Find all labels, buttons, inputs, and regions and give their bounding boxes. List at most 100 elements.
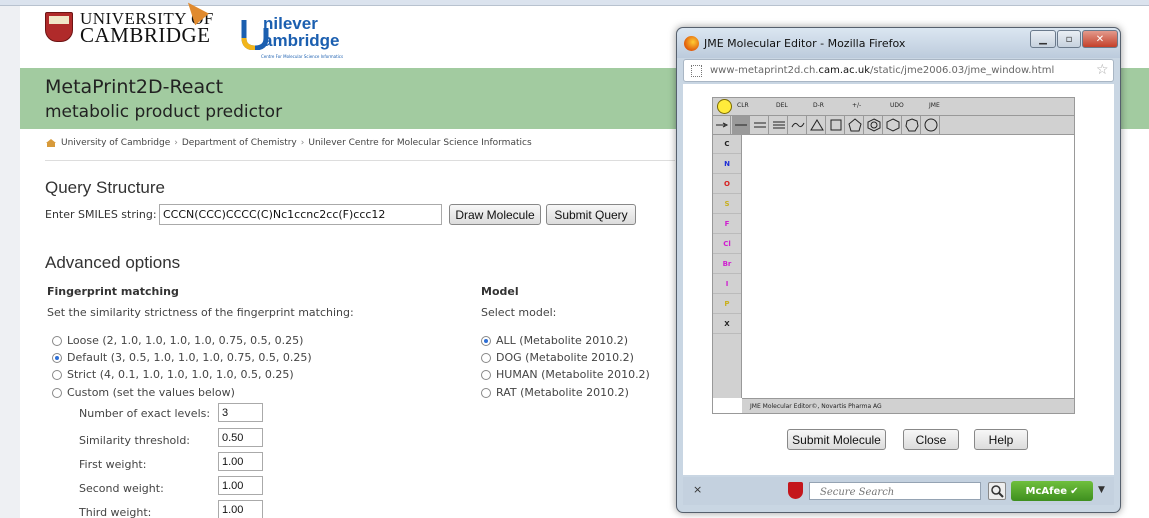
- search-icon: [991, 485, 1004, 498]
- radio-button[interactable]: [481, 335, 491, 346]
- element-s-button[interactable]: S: [713, 195, 741, 214]
- cambridge-logo-line2: CAMBRIDGE: [80, 23, 211, 47]
- benzene-button[interactable]: [865, 116, 883, 134]
- zigzag-icon: [791, 122, 805, 128]
- exact-levels-input[interactable]: [218, 403, 263, 422]
- search-button[interactable]: [988, 482, 1006, 500]
- unilever-logo-line2: ambridge: [263, 31, 340, 50]
- element-br-button[interactable]: Br: [713, 255, 741, 274]
- double-bond-button[interactable]: [751, 116, 769, 134]
- second-weight-input[interactable]: [218, 476, 263, 495]
- model-heading: Model: [481, 285, 519, 298]
- submit-query-button[interactable]: Submit Query: [546, 204, 636, 225]
- ring5-button[interactable]: [846, 116, 864, 134]
- close-icon: ✕: [1095, 33, 1105, 45]
- element-c-button[interactable]: C: [713, 135, 741, 154]
- radio-button[interactable]: [52, 369, 62, 380]
- pentagon-icon: [848, 118, 862, 132]
- exact-levels-label: Number of exact levels:: [79, 407, 211, 420]
- fingerprint-option-custom[interactable]: Custom (set the values below): [52, 386, 235, 399]
- del-button[interactable]: DEL: [776, 102, 788, 109]
- model-option-dog[interactable]: DOG (Metabolite 2010.2): [481, 351, 634, 364]
- radio-button[interactable]: [52, 352, 62, 363]
- clr-button[interactable]: CLR: [737, 102, 749, 109]
- ring4-button[interactable]: [827, 116, 845, 134]
- model-option-rat[interactable]: RAT (Metabolite 2010.2): [481, 386, 629, 399]
- dropdown-arrow-icon[interactable]: ▼: [1098, 485, 1105, 495]
- submit-molecule-button[interactable]: Submit Molecule: [787, 429, 886, 450]
- draw-molecule-button[interactable]: Draw Molecule: [449, 204, 541, 225]
- ring8-button[interactable]: [922, 116, 940, 134]
- ring6-button[interactable]: [884, 116, 902, 134]
- url-prefix: www-metaprint2d.ch.: [710, 65, 819, 76]
- smiles-label: Enter SMILES string:: [45, 208, 157, 221]
- element-i-button[interactable]: I: [713, 275, 741, 294]
- breadcrumb-link-university[interactable]: University of Cambridge: [61, 138, 170, 148]
- secure-search-input[interactable]: [809, 482, 981, 500]
- first-weight-input[interactable]: [218, 452, 263, 471]
- similarity-threshold-input[interactable]: [218, 428, 263, 447]
- model-option-human[interactable]: HUMAN (Metabolite 2010.2): [481, 368, 650, 381]
- radio-label: RAT (Metabolite 2010.2): [496, 386, 629, 399]
- radio-button[interactable]: [481, 352, 491, 363]
- ring3-button[interactable]: [808, 116, 826, 134]
- fingerprint-option-loose[interactable]: Loose (2, 1.0, 1.0, 1.0, 1.0, 0.75, 0.5,…: [52, 334, 303, 347]
- element-x-button[interactable]: X: [713, 315, 741, 334]
- radio-label: Custom (set the values below): [67, 386, 235, 399]
- help-button[interactable]: Help: [974, 429, 1028, 450]
- chain-bond-button[interactable]: [789, 116, 807, 134]
- radio-button[interactable]: [52, 387, 62, 398]
- element-f-button[interactable]: F: [713, 215, 741, 234]
- chain-icon: [716, 122, 729, 128]
- fingerprint-option-default[interactable]: Default (3, 0.5, 1.0, 1.0, 1.0, 0.75, 0.…: [52, 351, 312, 364]
- maximize-button[interactable]: ▫: [1057, 30, 1081, 48]
- triple-bond-button[interactable]: [770, 116, 788, 134]
- home-icon[interactable]: [45, 138, 57, 148]
- url-domain: cam.ac.uk: [818, 65, 870, 76]
- octagon-icon: [924, 118, 938, 132]
- popup-titlebar[interactable]: JME Molecular Editor - Mozilla Firefox ▁…: [677, 28, 1120, 58]
- undo-button[interactable]: UDO: [890, 102, 904, 109]
- jme-popup-window: JME Molecular Editor - Mozilla Firefox ▁…: [676, 27, 1121, 513]
- first-weight-label: First weight:: [79, 458, 147, 471]
- close-toolbar-icon[interactable]: ×: [693, 483, 702, 496]
- jme-info-button[interactable]: JME: [929, 102, 940, 109]
- chain-tool-button[interactable]: [713, 116, 731, 134]
- url-text[interactable]: www-metaprint2d.ch.cam.ac.uk/static/jme2…: [710, 65, 1054, 76]
- triangle-icon: [810, 119, 824, 131]
- close-button[interactable]: Close: [903, 429, 959, 450]
- element-n-button[interactable]: N: [713, 155, 741, 174]
- charge-button[interactable]: +/-: [852, 102, 861, 109]
- divider: [45, 160, 675, 161]
- fingerprint-description: Set the similarity strictness of the fin…: [47, 306, 354, 319]
- element-cl-button[interactable]: Cl: [713, 235, 741, 254]
- breadcrumb-separator: ›: [300, 138, 305, 148]
- bookmark-star-icon[interactable]: ☆: [1096, 62, 1109, 78]
- smiley-icon[interactable]: [717, 99, 732, 114]
- third-weight-input[interactable]: [218, 500, 263, 518]
- radio-button[interactable]: [481, 369, 491, 380]
- model-description: Select model:: [481, 306, 557, 319]
- breadcrumb-link-chemistry[interactable]: Department of Chemistry: [182, 138, 297, 148]
- mcafee-button[interactable]: McAfee ✔: [1011, 481, 1093, 501]
- ring7-button[interactable]: [903, 116, 921, 134]
- single-bond-button[interactable]: [732, 116, 750, 134]
- url-bar[interactable]: www-metaprint2d.ch.cam.ac.uk/static/jme2…: [683, 59, 1114, 82]
- radio-button[interactable]: [481, 387, 491, 398]
- page-left-margin: [0, 6, 20, 518]
- breadcrumb-link-unilever-centre[interactable]: Unilever Centre for Molecular Science In…: [308, 138, 531, 148]
- radio-button[interactable]: [52, 335, 62, 346]
- similarity-threshold-label: Similarity threshold:: [79, 434, 191, 447]
- fingerprint-option-strict[interactable]: Strict (4, 0.1, 1.0, 1.0, 1.0, 1.0, 0.5,…: [52, 368, 294, 381]
- radio-label: ALL (Metabolite 2010.2): [496, 334, 629, 347]
- element-o-button[interactable]: O: [713, 175, 741, 194]
- dr-button[interactable]: D-R: [813, 102, 824, 109]
- minimize-button[interactable]: ▁: [1030, 30, 1056, 48]
- square-icon: [830, 119, 842, 131]
- element-p-button[interactable]: P: [713, 295, 741, 314]
- close-window-button[interactable]: ✕: [1082, 30, 1118, 48]
- model-option-all[interactable]: ALL (Metabolite 2010.2): [481, 334, 628, 347]
- smiles-input[interactable]: [159, 204, 442, 225]
- mcafee-shield-icon: [788, 482, 803, 499]
- mcafee-label: McAfee: [1025, 485, 1068, 497]
